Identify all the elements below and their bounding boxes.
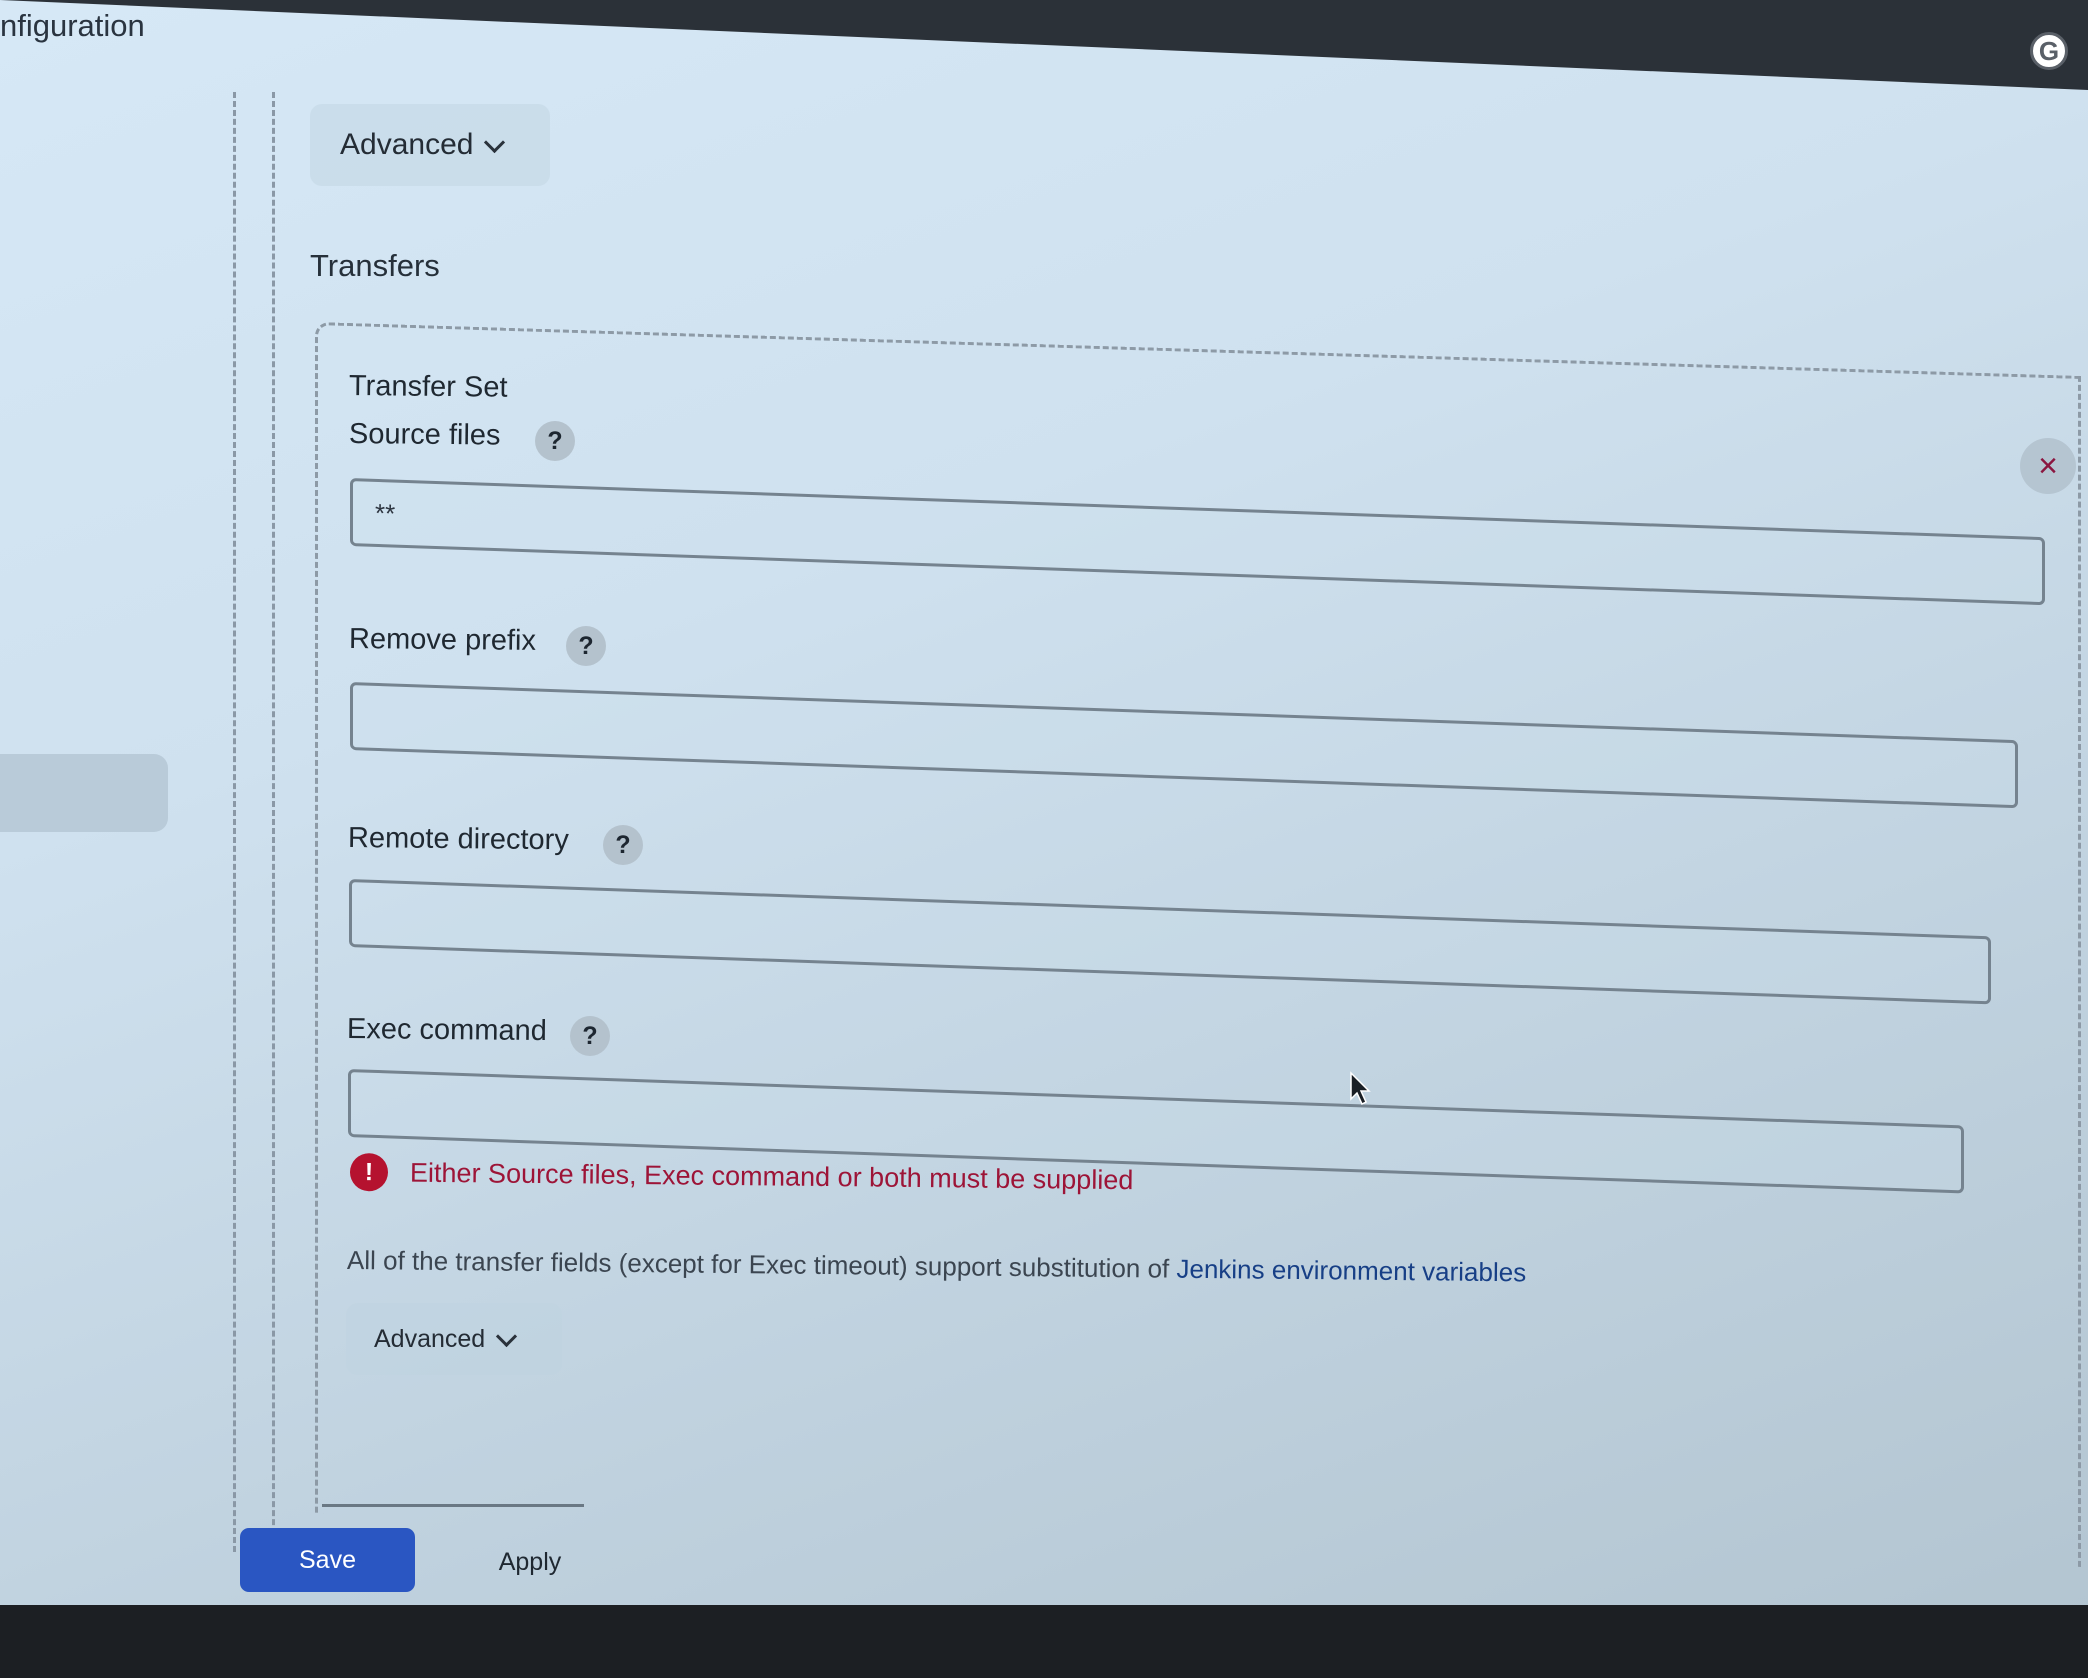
advanced-dropdown-button[interactable]: Advanced: [310, 104, 550, 186]
google-icon[interactable]: G: [2030, 32, 2068, 70]
remove-prefix-help-icon[interactable]: ?: [566, 626, 606, 666]
mouse-cursor-icon: [1350, 1071, 1371, 1106]
transfer-advanced-label: Advanced: [374, 1324, 486, 1353]
inner-dashed-guide: [272, 92, 275, 1552]
remove-prefix-label: Remove prefix: [348, 623, 537, 657]
apply-button[interactable]: Apply: [440, 1530, 620, 1594]
browser-top-bezel: [0, 0, 2088, 90]
sidebar-item-highlight[interactable]: [0, 754, 168, 832]
advanced-label: Advanced: [340, 128, 474, 161]
add-transfer-divider: [322, 1504, 584, 1507]
source-files-help-icon[interactable]: ?: [535, 421, 575, 461]
save-button[interactable]: Save: [240, 1528, 415, 1592]
close-icon[interactable]: ×: [2020, 438, 2076, 494]
exec-command-label: Exec command: [346, 1013, 548, 1048]
page-title: nfiguration: [0, 8, 145, 43]
transfer-advanced-button[interactable]: Advanced: [346, 1303, 562, 1375]
chevron-down-icon: [484, 131, 506, 153]
outer-dashed-guide: [233, 92, 236, 1552]
remote-directory-help-icon[interactable]: ?: [603, 825, 643, 865]
jenkins-env-vars-link[interactable]: Jenkins environment variables: [1176, 1254, 1526, 1288]
transfers-heading: Transfers: [310, 248, 440, 283]
transfer-set-title: Transfer Set: [348, 370, 508, 404]
chevron-down-icon: [496, 1325, 518, 1347]
exec-command-help-icon[interactable]: ?: [570, 1016, 610, 1056]
source-files-label: Source files: [348, 418, 501, 452]
error-icon: !: [349, 1153, 389, 1192]
error-message: Either Source files, Exec command or bot…: [409, 1157, 1134, 1195]
remote-directory-label: Remote directory: [347, 822, 569, 857]
monitor-bottom-bezel: [0, 1605, 2088, 1678]
